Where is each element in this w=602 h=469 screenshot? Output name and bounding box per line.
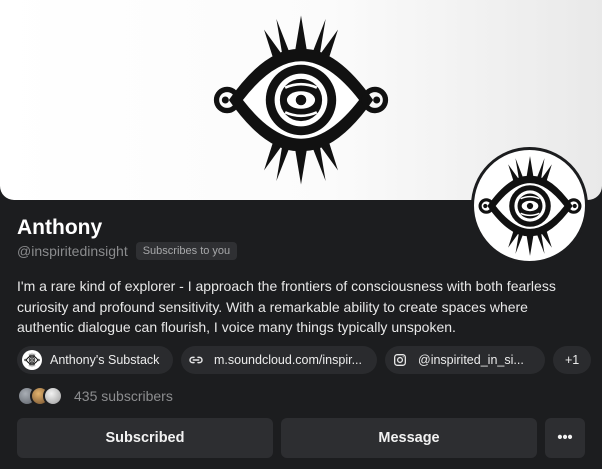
profile-bio: I'm a rare kind of explorer - I approach… xyxy=(17,278,556,335)
link-label-instagram: @inspirited_in_si... xyxy=(418,353,524,367)
link-label-substack: Anthony's Substack xyxy=(50,353,160,367)
profile-name: Anthony xyxy=(17,216,103,239)
message-button[interactable]: Message xyxy=(281,418,537,458)
link-chip-instagram[interactable]: @inspirited_in_si... xyxy=(385,346,545,374)
more-options-button[interactable]: ••• xyxy=(545,418,585,458)
subscribers-row[interactable]: 435 subscribers xyxy=(17,386,173,406)
subscribed-button[interactable]: Subscribed xyxy=(17,418,273,458)
instagram-icon xyxy=(390,350,410,370)
link-chip-soundcloud[interactable]: m.soundcloud.com/inspir... xyxy=(181,346,377,374)
subscriber-avatar xyxy=(43,386,63,406)
link-icon xyxy=(186,350,206,370)
subscribes-to-you-badge: Subscribes to you xyxy=(135,242,238,260)
more-links-chip[interactable]: +1 xyxy=(553,346,592,374)
profile-avatar[interactable] xyxy=(471,147,588,264)
profile-handle: @inspiritedinsight xyxy=(17,243,128,259)
handle-row: @inspiritedinsight Subscribes to you xyxy=(17,242,238,260)
profile-links: Anthony's Substack m.soundcloud.com/insp… xyxy=(17,346,592,374)
link-chip-substack[interactable]: Anthony's Substack xyxy=(17,346,173,374)
subscriber-count: 435 subscribers xyxy=(74,388,173,404)
link-label-soundcloud: m.soundcloud.com/inspir... xyxy=(214,353,362,367)
banner-eye-logo xyxy=(206,12,396,188)
eye-logo-icon xyxy=(22,350,42,370)
avatar-eye-logo xyxy=(478,154,581,257)
subscriber-avatars xyxy=(17,386,63,406)
